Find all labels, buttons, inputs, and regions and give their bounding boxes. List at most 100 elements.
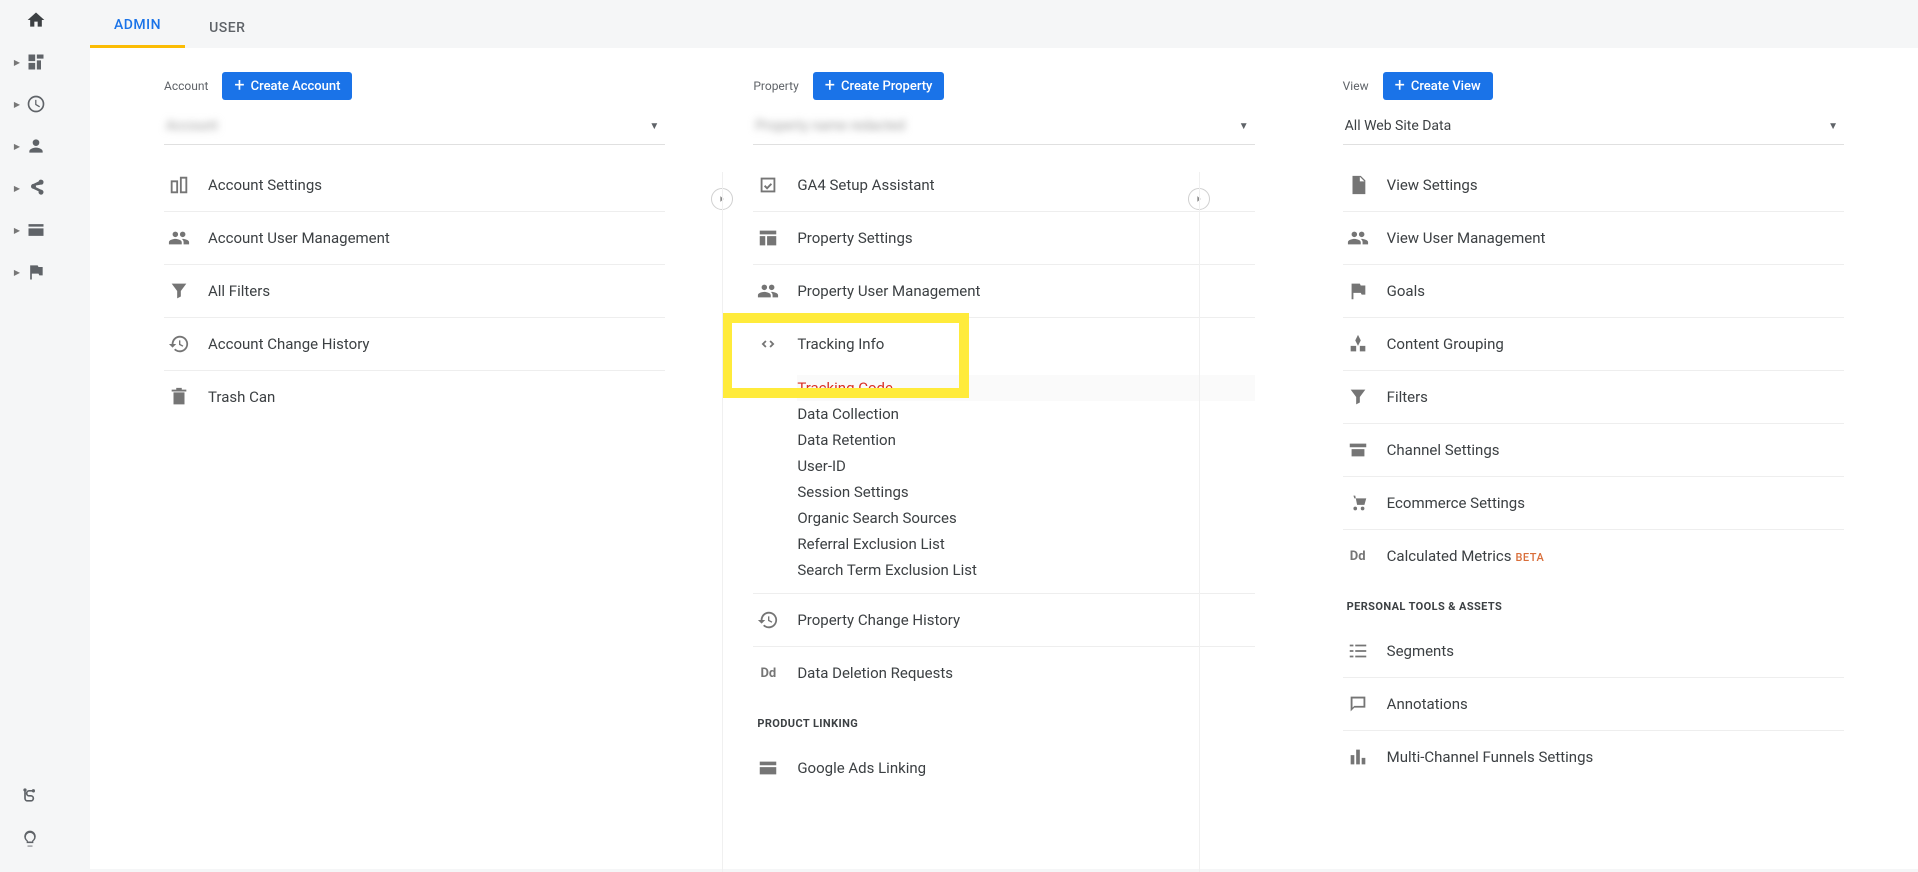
search-term-exclusion-list[interactable]: Search Term Exclusion List <box>797 557 1254 583</box>
people-icon <box>757 280 779 302</box>
left-nav-rail: ▶ ▶ ▶ ▶ ▶ ▶ ▶ <box>0 0 60 869</box>
menu-label: Account Settings <box>208 176 322 194</box>
beta-badge: BETA <box>1515 551 1544 564</box>
menu-label: Segments <box>1387 642 1454 660</box>
people-icon <box>1347 227 1369 249</box>
nav-conversions[interactable]: ▶ <box>0 262 60 282</box>
menu-label: Google Ads Linking <box>797 759 926 777</box>
annotations[interactable]: Annotations <box>1343 678 1844 731</box>
calculated-metrics[interactable]: Dd Calculated MetricsBETA <box>1343 530 1844 582</box>
create-account-label: Create Account <box>251 79 341 94</box>
menu-label: GA4 Setup Assistant <box>797 176 934 194</box>
dd-icon: Dd <box>1347 545 1369 567</box>
nav-acquisition[interactable]: ▶ <box>0 178 60 198</box>
create-account-button[interactable]: + Create Account <box>222 72 352 100</box>
tracking-code[interactable]: Tracking Code <box>797 375 1254 401</box>
nav-behavior[interactable]: ▶ <box>0 220 60 240</box>
segments[interactable]: Segments <box>1343 625 1844 678</box>
data-deletion-requests[interactable]: Dd Data Deletion Requests <box>753 647 1254 699</box>
nav-discover[interactable] <box>0 829 60 849</box>
nav-attribution[interactable] <box>0 785 60 805</box>
account-settings[interactable]: Account Settings <box>164 159 665 212</box>
create-property-button[interactable]: + Create Property <box>813 72 945 100</box>
account-user-management[interactable]: Account User Management <box>164 212 665 265</box>
filter-icon <box>168 280 190 302</box>
data-collection[interactable]: Data Collection <box>797 401 1254 427</box>
menu-label: Trash Can <box>208 388 275 406</box>
history-icon <box>168 333 190 355</box>
top-tabs: ADMIN USER <box>90 0 1918 48</box>
ads-icon <box>757 757 779 779</box>
session-settings[interactable]: Session Settings <box>797 479 1254 505</box>
ga4-setup-assistant[interactable]: GA4 Setup Assistant <box>753 159 1254 212</box>
column-divider <box>1199 172 1200 872</box>
grouping-icon <box>1347 333 1369 355</box>
menu-label: All Filters <box>208 282 270 300</box>
people-icon <box>168 227 190 249</box>
menu-label: View User Management <box>1387 229 1546 247</box>
flag-icon <box>26 262 46 282</box>
plus-icon: + <box>825 77 835 95</box>
trash-icon <box>168 386 190 408</box>
create-view-label: Create View <box>1411 79 1481 94</box>
tracking-info[interactable]: Tracking Info <box>753 318 1254 370</box>
menu-label: Goals <box>1387 282 1425 300</box>
caret-down-icon: ▼ <box>1828 121 1838 132</box>
view-selector[interactable]: All Web Site Data ▼ <box>1343 110 1844 145</box>
menu-label: Multi-Channel Funnels Settings <box>1387 748 1594 766</box>
nav-audience[interactable]: ▶ <box>0 136 60 156</box>
property-selector[interactable]: Property name redacted ▼ <box>753 110 1254 145</box>
create-view-button[interactable]: + Create View <box>1383 72 1493 100</box>
checkbox-icon <box>757 174 779 196</box>
multi-channel-funnels-settings[interactable]: Multi-Channel Funnels Settings <box>1343 731 1844 783</box>
filters[interactable]: Filters <box>1343 371 1844 424</box>
nav-home[interactable]: ▶ <box>0 10 60 30</box>
account-selector[interactable]: Account ▼ <box>164 110 665 145</box>
create-property-label: Create Property <box>841 79 932 94</box>
all-filters[interactable]: All Filters <box>164 265 665 318</box>
view-settings[interactable]: View Settings <box>1343 159 1844 212</box>
home-icon <box>26 10 46 30</box>
tab-admin[interactable]: ADMIN <box>90 3 185 48</box>
property-label: Property <box>753 79 798 93</box>
nav-customization[interactable]: ▶ <box>0 52 60 72</box>
menu-label: Content Grouping <box>1387 335 1504 353</box>
product-linking-heading: PRODUCT LINKING <box>753 699 1254 742</box>
flag-icon <box>1347 280 1369 302</box>
menu-label: View Settings <box>1387 176 1478 194</box>
property-change-history[interactable]: Property Change History <box>753 594 1254 647</box>
tab-user[interactable]: USER <box>185 6 269 48</box>
dd-icon: Dd <box>757 662 779 684</box>
organic-search-sources[interactable]: Organic Search Sources <box>797 505 1254 531</box>
goals[interactable]: Goals <box>1343 265 1844 318</box>
ecommerce-settings[interactable]: Ecommerce Settings <box>1343 477 1844 530</box>
path-icon <box>20 785 40 805</box>
nav-realtime[interactable]: ▶ <box>0 94 60 114</box>
segments-icon <box>1347 640 1369 662</box>
content-grouping[interactable]: Content Grouping <box>1343 318 1844 371</box>
view-selector-value: All Web Site Data <box>1345 118 1452 134</box>
account-label: Account <box>164 79 208 93</box>
cart-icon <box>1347 492 1369 514</box>
channel-settings[interactable]: Channel Settings <box>1343 424 1844 477</box>
property-user-management[interactable]: Property User Management <box>753 265 1254 318</box>
dashboard-icon <box>26 52 46 72</box>
data-retention[interactable]: Data Retention <box>797 427 1254 453</box>
caret-down-icon: ▼ <box>649 121 659 132</box>
trash-can[interactable]: Trash Can <box>164 371 665 423</box>
view-user-management[interactable]: View User Management <box>1343 212 1844 265</box>
google-ads-linking[interactable]: Google Ads Linking <box>753 742 1254 794</box>
code-icon <box>757 333 779 355</box>
view-column: View + Create View All Web Site Data ▼ V… <box>1299 72 1918 794</box>
page-icon <box>26 220 46 240</box>
menu-label: Calculated MetricsBETA <box>1387 547 1545 565</box>
comment-icon <box>1347 693 1369 715</box>
column-divider <box>722 172 723 872</box>
plus-icon: + <box>234 77 244 95</box>
history-icon <box>757 609 779 631</box>
account-change-history[interactable]: Account Change History <box>164 318 665 371</box>
referral-exclusion-list[interactable]: Referral Exclusion List <box>797 531 1254 557</box>
building-icon <box>168 174 190 196</box>
user-id[interactable]: User-ID <box>797 453 1254 479</box>
property-settings[interactable]: Property Settings <box>753 212 1254 265</box>
